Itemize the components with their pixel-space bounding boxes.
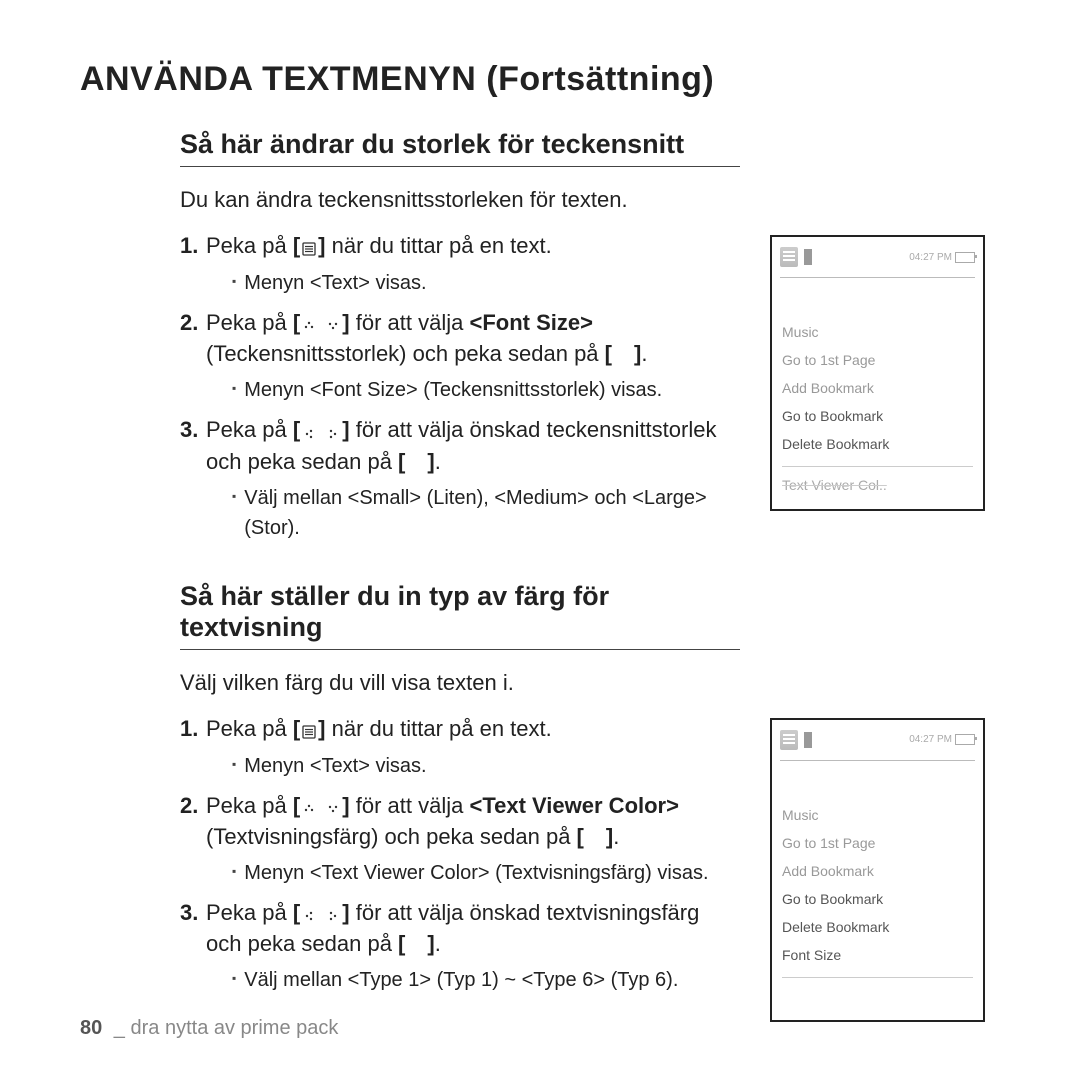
section1-steps: Peka på [] när du tittar på en text. Men… xyxy=(180,231,740,543)
section2-heading: Så här ställer du in typ av färg för tex… xyxy=(180,581,740,650)
step: Peka på [] när du tittar på en text. Men… xyxy=(180,231,740,298)
menu-icon xyxy=(300,715,318,745)
section1-heading: Så här ändrar du storlek för teckensnitt xyxy=(180,129,740,167)
page-footer: 80 _ dra nytta av prime pack xyxy=(80,1017,338,1040)
menu-item: Music xyxy=(782,801,973,829)
document-icon xyxy=(780,730,798,750)
menu-item-cut: Text Viewer Col.. xyxy=(782,466,973,499)
menu-item: Go to Bookmark xyxy=(782,885,973,913)
step: Peka på [ ] för att välja önskad textvis… xyxy=(180,898,740,995)
down-icon xyxy=(324,792,342,822)
substep: Välj mellan <Type 1> (Typ 1) ~ <Type 6> … xyxy=(232,965,740,995)
battery-icon xyxy=(955,252,975,263)
menu-item: Delete Bookmark xyxy=(782,430,973,458)
substep: Menyn <Text> visas. xyxy=(232,751,740,781)
battery-icon xyxy=(955,734,975,745)
menu-item: Go to 1st Page xyxy=(782,346,973,374)
up-icon xyxy=(300,792,318,822)
device-illustration-1: 04:27 PM Music Go to 1st Page Add Bookma… xyxy=(770,235,985,511)
menu-divider xyxy=(782,977,973,1010)
step: Peka på [ ] för att välja <Text Viewer C… xyxy=(180,791,740,888)
menu-item: Delete Bookmark xyxy=(782,913,973,941)
menu-item: Music xyxy=(782,318,973,346)
section2-intro: Välj vilken färg du vill visa texten i. xyxy=(180,670,740,696)
menu-icon xyxy=(300,232,318,262)
substep: Menyn <Text Viewer Color> (Textvisningsf… xyxy=(232,858,740,888)
left-icon xyxy=(300,899,318,929)
step: Peka på [ ] för att välja <Font Size> (T… xyxy=(180,308,740,405)
menu-item: Add Bookmark xyxy=(782,374,973,402)
menu-item: Add Bookmark xyxy=(782,857,973,885)
step: Peka på [] när du tittar på en text. Men… xyxy=(180,714,740,781)
right-icon xyxy=(324,417,342,447)
substep: Välj mellan <Small> (Liten), <Medium> oc… xyxy=(232,483,740,543)
substep: Menyn <Font Size> (Teckensnittsstorlek) … xyxy=(232,375,740,405)
up-icon xyxy=(300,309,318,339)
document-icon xyxy=(780,247,798,267)
menu-item: Font Size xyxy=(782,941,973,969)
step: Peka på [ ] för att välja önskad teckens… xyxy=(180,415,740,542)
page-title: ANVÄNDA TEXTMENYN (Fortsättning) xyxy=(80,60,1010,99)
right-icon xyxy=(324,899,342,929)
section1-intro: Du kan ändra teckensnittsstorleken för t… xyxy=(180,187,740,213)
device-illustration-2: 04:27 PM Music Go to 1st Page Add Bookma… xyxy=(770,718,985,1022)
substep: Menyn <Text> visas. xyxy=(232,268,740,298)
section2-steps: Peka på [] när du tittar på en text. Men… xyxy=(180,714,740,996)
menu-item: Go to 1st Page xyxy=(782,829,973,857)
down-icon xyxy=(324,309,342,339)
menu-item: Go to Bookmark xyxy=(782,402,973,430)
left-icon xyxy=(300,417,318,447)
